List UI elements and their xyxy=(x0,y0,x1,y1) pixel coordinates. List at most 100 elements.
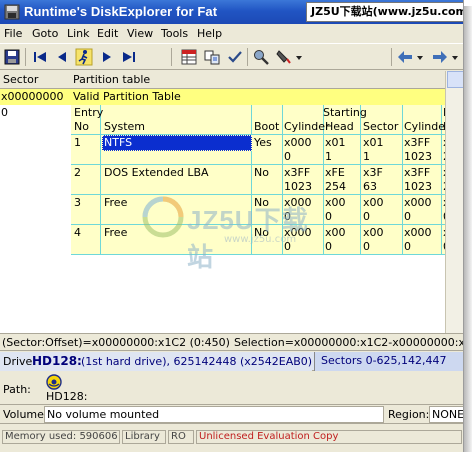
entry-system[interactable]: Free xyxy=(104,196,127,209)
selection-status: Selection=x00000000:x1C2-x00000000:x1C2 xyxy=(234,336,464,349)
entry-sector-dec: 0 xyxy=(363,210,370,223)
volume-field[interactable]: No volume mounted xyxy=(44,406,384,423)
entry-boot[interactable]: No xyxy=(254,196,269,209)
menu-edit[interactable]: Edit xyxy=(97,27,118,40)
drive-name: HD128: xyxy=(32,354,82,368)
entry-cylinder-hex[interactable]: x000 xyxy=(284,136,312,149)
valid-row xyxy=(0,89,445,105)
first-icon[interactable] xyxy=(31,48,49,66)
entry-head-dec: 0 xyxy=(325,240,332,253)
scroll-up-button[interactable] xyxy=(447,71,463,88)
entry-system[interactable]: NTFS xyxy=(104,136,132,149)
hard-drive-icon[interactable] xyxy=(46,374,62,390)
volume-bar: Volume: No volume mounted Region: NONE xyxy=(0,405,463,424)
entry-boot[interactable]: Yes xyxy=(254,136,272,149)
copy-icon[interactable] xyxy=(203,48,221,66)
entry-head-hex[interactable]: x00 xyxy=(325,226,346,239)
entry-head-hex[interactable]: x00 xyxy=(325,196,346,209)
entry-end-cylinder-hex[interactable]: x000 xyxy=(404,226,432,239)
partition-icon[interactable] xyxy=(180,48,198,66)
entry-head-dec: 1 xyxy=(325,150,332,163)
window-title: Runtime's DiskExplorer for Fat xyxy=(24,4,218,19)
sector-header: Sector Partition table xyxy=(0,71,445,89)
menu-goto[interactable]: Goto xyxy=(32,27,58,40)
back-dropdown-icon[interactable] xyxy=(415,48,425,66)
offset-status-bar: (Sector:Offset)=x00000000:x1C2 (0:450) S… xyxy=(0,333,464,351)
entry-cylinder-dec: 1023 xyxy=(284,180,312,193)
license-status: Unlicensed Evaluation Copy xyxy=(196,430,462,444)
forward-dropdown-icon[interactable] xyxy=(450,48,460,66)
grid-line xyxy=(71,224,445,225)
grid-line xyxy=(71,194,445,195)
menu-link[interactable]: Link xyxy=(67,27,90,40)
bottom-status-bar: Memory used: 590606 Library RO Unlicense… xyxy=(0,425,463,452)
entry-head-hex[interactable]: x01 xyxy=(325,136,346,149)
entry-boot[interactable]: No xyxy=(254,226,269,239)
hex-view[interactable]: x00000000 Valid Partition Table 0 Entry … xyxy=(0,89,451,333)
header-entry: Entry xyxy=(74,106,104,119)
find-icon[interactable] xyxy=(252,48,270,66)
entry-cylinder-dec: 0 xyxy=(284,210,291,223)
header-head: Head xyxy=(325,120,354,133)
check-icon[interactable] xyxy=(226,48,244,66)
back-icon[interactable] xyxy=(396,48,414,66)
title-bar[interactable]: Runtime's DiskExplorer for Fat JZ5U下载站(w… xyxy=(0,0,463,24)
last-icon[interactable] xyxy=(120,48,138,66)
walk-icon[interactable] xyxy=(75,48,93,66)
next-icon[interactable] xyxy=(98,48,116,66)
grid-line xyxy=(71,164,445,165)
entry-no: 2 xyxy=(74,166,81,179)
entry-end-cylinder-dec: 0 xyxy=(404,240,411,253)
sectors-range: Sectors 0-625,142,447 xyxy=(314,352,463,371)
entry-end-cylinder-hex[interactable]: x3FF xyxy=(404,166,430,179)
entry-head-hex[interactable]: xFE xyxy=(325,166,345,179)
grid-line xyxy=(360,105,361,255)
entry-end-cylinder-hex[interactable]: x000 xyxy=(404,196,432,209)
menu-file[interactable]: File xyxy=(4,27,22,40)
header-system: System xyxy=(104,120,146,133)
toolbar-separator xyxy=(247,48,248,66)
save-icon[interactable] xyxy=(3,48,21,66)
menu-tools[interactable]: Tools xyxy=(161,27,188,40)
memory-status: Memory used: 590606 xyxy=(2,430,120,444)
grid-line xyxy=(282,105,283,255)
path-label: Path: xyxy=(3,383,31,396)
entry-sector-dec: 1 xyxy=(363,150,370,163)
partition-column-label: Partition table xyxy=(73,73,151,86)
prev-icon[interactable] xyxy=(53,48,71,66)
entry-head-dec: 254 xyxy=(325,180,346,193)
region-field[interactable]: NONE xyxy=(429,406,463,423)
entry-cylinder-hex[interactable]: x000 xyxy=(284,196,312,209)
entry-cylinder-dec: 0 xyxy=(284,240,291,253)
path-value: HD128: xyxy=(46,390,88,403)
toolbar-separator xyxy=(25,48,26,66)
toolbar-separator xyxy=(171,48,172,66)
entry-sector-hex[interactable]: x00 xyxy=(363,196,384,209)
menu-view[interactable]: View xyxy=(127,27,153,40)
header-cylinder: Cylinder xyxy=(284,120,330,133)
entry-system[interactable]: DOS Extended LBA xyxy=(104,166,209,179)
entry-sector-hex[interactable]: x00 xyxy=(363,226,384,239)
bookmark-dropdown-icon[interactable] xyxy=(294,48,304,66)
entry-sector-dec: 0 xyxy=(363,240,370,253)
vertical-scrollbar[interactable] xyxy=(445,71,463,333)
entry-boot[interactable]: No xyxy=(254,166,269,179)
header-boot: Boot xyxy=(254,120,280,133)
sector-column-label: Sector xyxy=(3,73,39,86)
entry-sector-hex[interactable]: x01 xyxy=(363,136,384,149)
drive-info[interactable]: Drive: HD128: (1st hard drive), 62514244… xyxy=(0,352,355,371)
entry-head-dec: 0 xyxy=(325,210,332,223)
entry-end-cylinder-hex[interactable]: x3FF xyxy=(404,136,430,149)
grid-line xyxy=(71,254,445,255)
entry-cylinder-hex[interactable]: x3FF xyxy=(284,166,310,179)
entry-sector-hex[interactable]: x3F xyxy=(363,166,383,179)
menu-help[interactable]: Help xyxy=(197,27,222,40)
grid-line xyxy=(100,105,101,255)
forward-icon[interactable] xyxy=(431,48,449,66)
sector-number: 0 xyxy=(1,106,8,119)
library-status: Library xyxy=(122,430,166,444)
entry-cylinder-hex[interactable]: x000 xyxy=(284,226,312,239)
bookmark-icon[interactable] xyxy=(275,48,293,66)
entry-system[interactable]: Free xyxy=(104,226,127,239)
header-starting: Starting xyxy=(323,106,367,119)
